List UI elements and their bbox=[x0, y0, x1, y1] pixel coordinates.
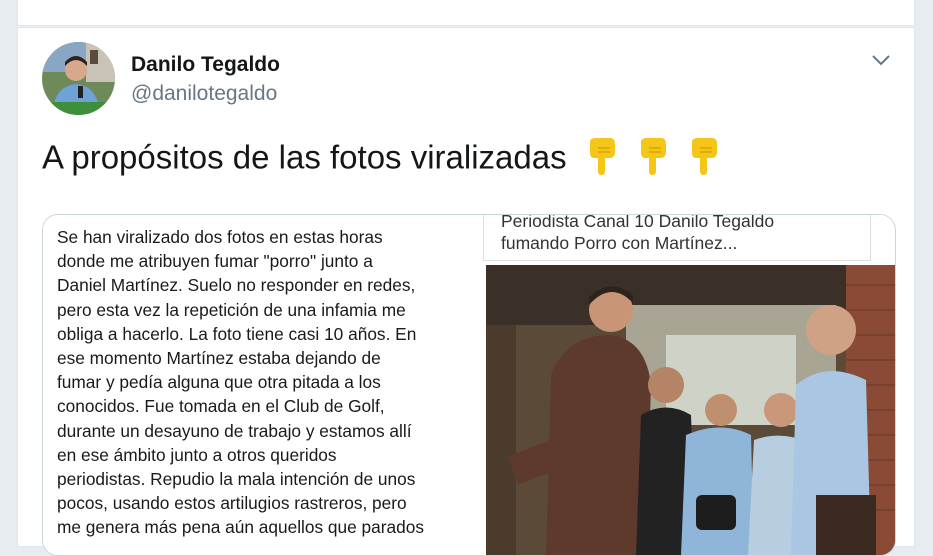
statement-line: conocidos. Fue tomada en el Club de Golf… bbox=[57, 396, 385, 417]
statement-line: Daniel Martínez. Suelo no responder en r… bbox=[57, 275, 416, 296]
avatar[interactable] bbox=[42, 42, 115, 115]
pointing-down-icon bbox=[584, 136, 618, 184]
pointing-down-icon bbox=[686, 136, 720, 184]
headline-line: fumando Porro con Martínez... bbox=[501, 233, 738, 253]
statement-line: ese momento Martínez estaba dejando de bbox=[57, 348, 381, 369]
headline-line: Periodista Canal 10 Danilo Tegaldo bbox=[501, 214, 775, 231]
news-photo bbox=[486, 265, 895, 555]
previous-tweet-bottom bbox=[17, 0, 915, 26]
news-screenshot: Periodista Canal 10 Danilo Tegaldo fuman… bbox=[463, 215, 895, 555]
handle[interactable]: @danilotegaldo bbox=[131, 82, 277, 106]
news-headline: Periodista Canal 10 Danilo Tegaldo fuman… bbox=[501, 214, 861, 254]
statement-line: en ese ámbito junto a otros queridos bbox=[57, 444, 337, 465]
statement-line: durante un desayuno de trabajo y estamos… bbox=[57, 420, 412, 441]
statement-line: fumar y pedía alguna que otra pitada a l… bbox=[57, 372, 381, 393]
tweet-body: A propósitos de las fotos viralizadas bbox=[42, 138, 567, 176]
statement-line: obliga a hacerlo. La foto tiene casi 10 … bbox=[57, 323, 417, 344]
statement-line: me genera más pena aún aquellos que para… bbox=[57, 517, 425, 538]
statement-line: Se han viralizado dos fotos en estas hor… bbox=[57, 227, 383, 247]
statement-line: periodistas. Repudio la mala intención d… bbox=[57, 469, 416, 490]
pointing-down-icon bbox=[635, 136, 669, 184]
statement-line: pocos, usando estos artilugios rastreros… bbox=[57, 493, 407, 514]
statement-image: Se han viralizado dos fotos en estas hor… bbox=[43, 215, 463, 555]
attached-image[interactable]: Se han viralizado dos fotos en estas hor… bbox=[42, 214, 896, 556]
statement-text: Se han viralizado dos fotos en estas hor… bbox=[57, 225, 457, 540]
display-name[interactable]: Danilo Tegaldo bbox=[131, 53, 280, 77]
statement-line: donde me atribuyen fumar "porro" junto a bbox=[57, 251, 373, 272]
tweet[interactable]: Danilo Tegaldo @danilotegaldo A propósit… bbox=[17, 27, 915, 556]
statement-line: pero esta vez la repetición de una infam… bbox=[57, 299, 406, 320]
tweet-text: A propósitos de las fotos viralizadas bbox=[42, 136, 720, 184]
chevron-down-icon[interactable] bbox=[870, 52, 892, 68]
